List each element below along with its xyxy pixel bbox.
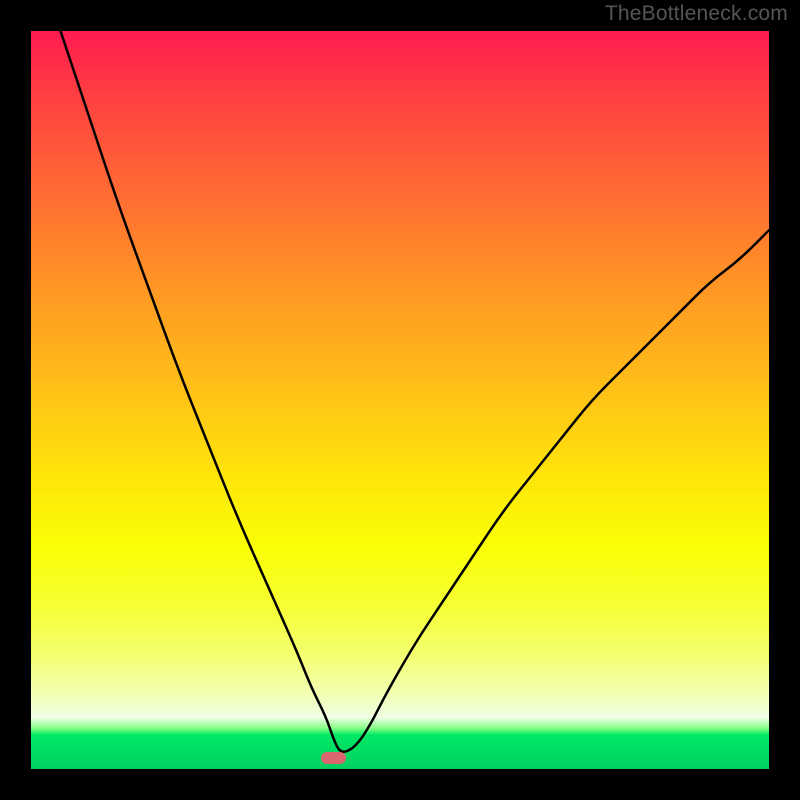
plot-area	[31, 31, 769, 769]
chart-frame: TheBottleneck.com	[0, 0, 800, 800]
watermark-text: TheBottleneck.com	[605, 2, 788, 26]
optimum-marker	[321, 752, 347, 764]
bottleneck-curve	[31, 31, 769, 769]
